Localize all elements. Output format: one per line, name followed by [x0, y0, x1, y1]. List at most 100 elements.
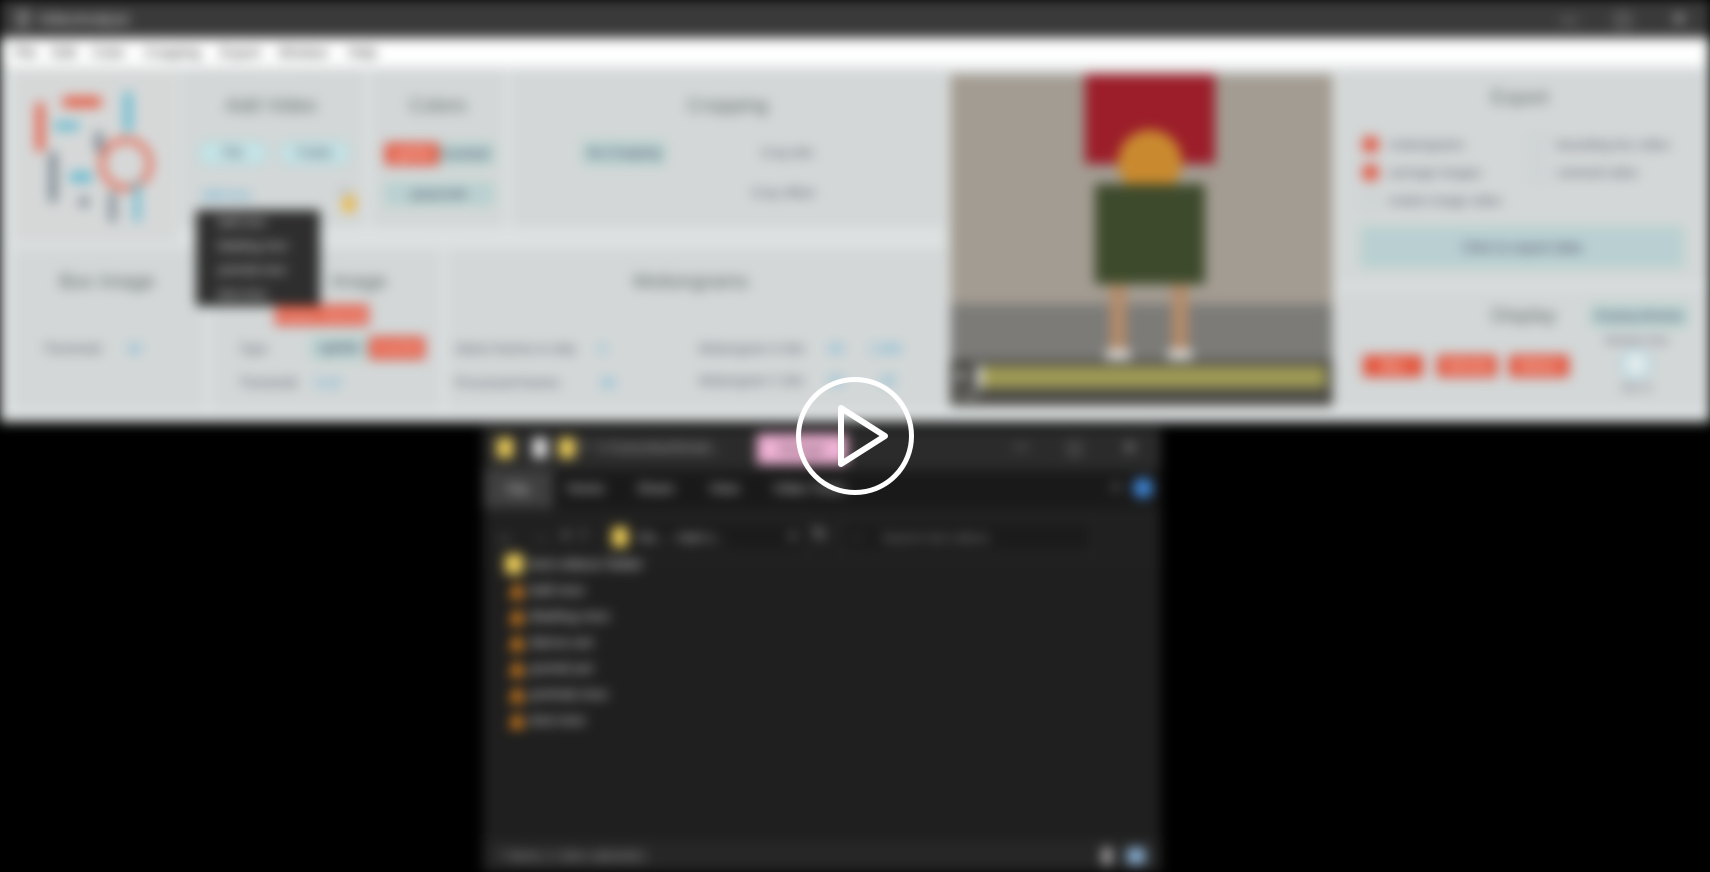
play-icon: [838, 405, 888, 467]
file-item-test-videos[interactable]: test-videos folder: [529, 556, 643, 573]
file-item-blading[interactable]: blading.mov: [529, 608, 610, 625]
minimize-icon[interactable]: —: [1554, 4, 1584, 34]
motiongrams-checkbox[interactable]: [1363, 137, 1378, 152]
skip-frames-label: Select frames to skip: [455, 341, 576, 356]
close-icon[interactable]: ✕: [1123, 438, 1136, 458]
search-box[interactable]: ⌕ Search test videos: [841, 520, 1093, 554]
menu-help[interactable]: Help: [348, 44, 377, 60]
add-video-heading: Add Video: [225, 95, 317, 117]
crop-offset-label: Crop offset: [751, 185, 815, 200]
file-item-pomid[interactable]: pomid.avi: [529, 660, 593, 677]
address-breadcrumb: Do... › test v...: [638, 529, 725, 545]
motion-threshold-value[interactable]: 0.10: [315, 375, 340, 390]
box-image-panel: Box Image Threshold 40: [14, 250, 204, 408]
rgb-button[interactable]: rgb/blk: [385, 143, 439, 165]
box-display-button[interactable]: Box: [1363, 355, 1423, 377]
dropdown-option[interactable]: ball.mov: [218, 214, 266, 229]
dropdown-option[interactable]: blading.mov: [218, 238, 288, 253]
skip-frames-value[interactable]: 0: [599, 341, 606, 356]
grayscale-button[interactable]: grayscale: [385, 183, 493, 205]
h-dim-value-2[interactable]: 1.000: [869, 341, 902, 356]
no-cropping-button[interactable]: No Cropping: [583, 141, 665, 165]
display-heading: Display: [1491, 305, 1557, 327]
menu-edit[interactable]: Edit: [52, 44, 76, 60]
export-panel: Export motiongrams average images motion…: [1340, 72, 1702, 282]
motiongrams-heading: Motiongrams: [633, 271, 749, 293]
export-heading: Export: [1491, 87, 1549, 109]
app-icon: [18, 11, 28, 26]
colors-heading: Colors: [409, 95, 467, 117]
address-bar[interactable]: Do... › test v... ▾: [603, 520, 809, 554]
ribbon-tab-home[interactable]: Home: [567, 480, 604, 496]
menu-export[interactable]: Export: [220, 44, 260, 60]
average-images-label: average images: [1389, 165, 1482, 180]
ribbon-expand-icon[interactable]: ▾: [1113, 480, 1119, 494]
velocity-display-button[interactable]: Velocity: [1437, 355, 1497, 377]
vlc-cone-icon: [507, 606, 527, 626]
menu-color[interactable]: Color: [92, 44, 125, 60]
ribbon-tab-view[interactable]: View: [709, 480, 739, 496]
quick-access-chevron-icon[interactable]: ▾: [581, 440, 587, 453]
motion-display-button[interactable]: Motion: [1509, 355, 1569, 377]
type-rgb-button[interactable]: rgb/blk: [311, 337, 367, 359]
video-preview[interactable]: ▶ 0:00: [950, 74, 1333, 406]
export-data-button[interactable]: Click to export data: [1361, 227, 1683, 267]
maximize-icon[interactable]: ▢: [1608, 4, 1638, 34]
menu-window[interactable]: Window: [278, 44, 328, 60]
ribbon-tab-file[interactable]: File: [483, 470, 553, 508]
close-icon[interactable]: ✕: [1664, 4, 1694, 34]
play-overlay-button[interactable]: [796, 377, 914, 495]
properties-icon[interactable]: [533, 438, 547, 458]
h-dim-value[interactable]: 60: [829, 341, 843, 356]
file-item-ball[interactable]: ball.mov: [529, 582, 585, 599]
vlc-cone-icon: [507, 684, 527, 704]
inverted-button[interactable]: inverted: [439, 143, 493, 165]
play-icon[interactable]: ▶: [958, 368, 967, 382]
vlc-cone-icon: [507, 658, 527, 678]
menu-bar: File Edit Color Cropping Export Window H…: [4, 38, 1706, 66]
window-size-knob[interactable]: [1621, 349, 1651, 379]
recent-chevron-icon[interactable]: ▾: [563, 528, 569, 542]
dropdown-option[interactable]: test.mov: [218, 286, 267, 301]
box-threshold-value[interactable]: 40: [127, 341, 141, 356]
ribbon-tab-share[interactable]: Share: [637, 480, 674, 496]
help-icon[interactable]: [1133, 478, 1153, 498]
frames-selected-button[interactable]: Frames Selected: [275, 305, 369, 325]
dropdown-option[interactable]: portrait.mov: [218, 262, 287, 277]
refresh-icon[interactable]: ↻: [813, 524, 826, 544]
videoanalyze-window: VideoAnalyze — ▢ ✕ File Edit Color Cropp…: [0, 0, 1710, 422]
forward-arrow-icon[interactable]: →: [531, 526, 549, 547]
colors-panel: Colors rgb/blk inverted grayscale: [372, 72, 504, 226]
explorer-status-bar: 7 items | 1 item selected |: [483, 840, 1161, 872]
maximize-icon[interactable]: ▢: [1067, 438, 1082, 458]
address-chevron-icon[interactable]: ▾: [790, 529, 796, 543]
centroid-video-checkbox[interactable]: [1531, 165, 1546, 180]
app-logo: [14, 72, 178, 242]
file-item-dance[interactable]: dance.avi: [529, 634, 593, 651]
file-item-test[interactable]: test.mov: [529, 712, 586, 729]
bounding-box-video-checkbox[interactable]: [1531, 137, 1546, 152]
folder-icon: [497, 438, 513, 458]
minimize-icon[interactable]: —: [1013, 438, 1029, 456]
box-image-heading: Box Image: [59, 271, 155, 293]
logo-graphic: [36, 92, 153, 222]
file-button[interactable]: File: [197, 141, 269, 165]
floating-window-button[interactable]: Floating Window: [1591, 305, 1687, 327]
file-item-portrait[interactable]: portrait.mov: [529, 686, 608, 703]
new-folder-icon[interactable]: [559, 438, 575, 458]
vlc-cone-icon: [507, 710, 527, 730]
up-arrow-icon[interactable]: ↑: [579, 524, 588, 545]
average-images-checkbox[interactable]: [1363, 165, 1378, 180]
menu-cropping[interactable]: Cropping: [144, 44, 201, 60]
seek-bar[interactable]: [976, 366, 1326, 388]
video-select-value[interactable]: ball.mov: [203, 187, 251, 202]
large-icons-view-icon[interactable]: [1127, 848, 1145, 864]
motion-image-video-checkbox[interactable]: [1363, 193, 1378, 208]
menu-file[interactable]: File: [14, 44, 37, 60]
title-bar: VideoAnalyze — ▢ ✕: [0, 0, 1710, 38]
back-arrow-icon[interactable]: ←: [497, 526, 515, 547]
folder-button[interactable]: Folder: [279, 141, 351, 165]
knob-label: Size %: [1621, 383, 1653, 394]
type-inverted-button[interactable]: inverted: [369, 337, 425, 359]
details-view-icon[interactable]: [1103, 848, 1111, 864]
